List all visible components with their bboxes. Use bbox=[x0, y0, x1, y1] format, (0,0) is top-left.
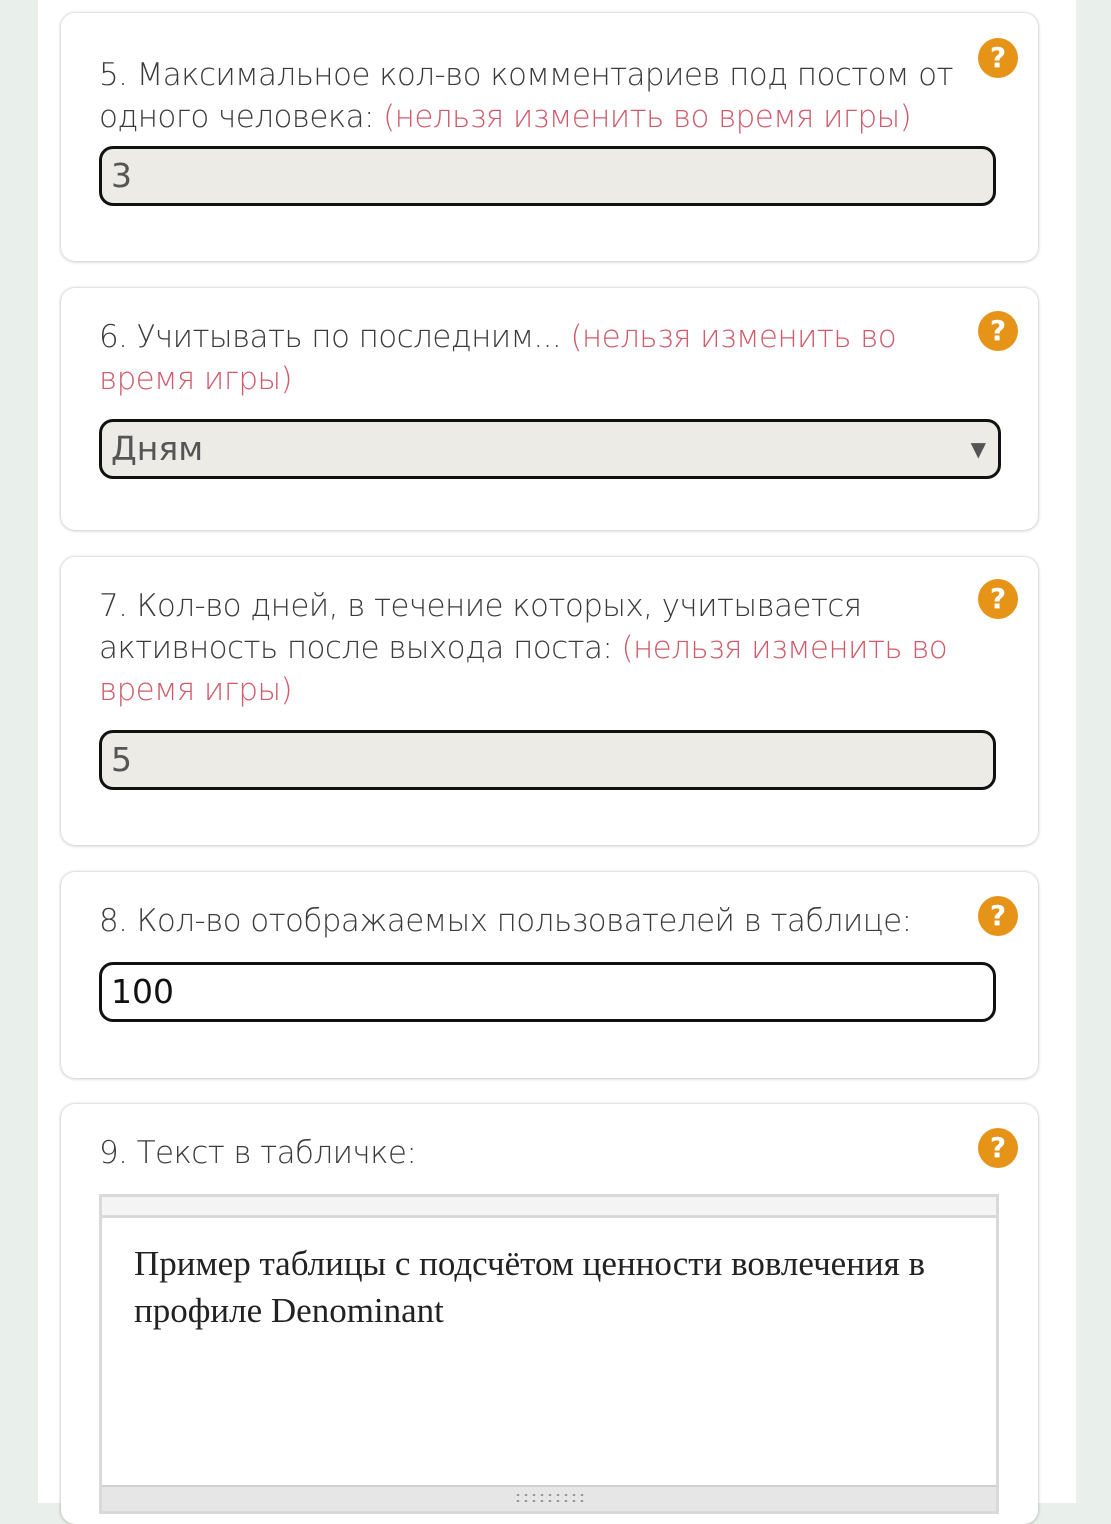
users-shown-input[interactable]: 100 bbox=[99, 962, 996, 1022]
setting-label: 7. Кол-во дней, в течение которых, учиты… bbox=[99, 588, 948, 708]
table-text-editor[interactable]: Пример таблицы с подсчётом ценности вовл… bbox=[99, 1194, 999, 1514]
setting-card-users-shown: 8. Кол-во отображаемых пользователей в т… bbox=[61, 872, 1038, 1078]
help-icon[interactable]: ? bbox=[978, 1128, 1018, 1168]
setting-card-max-comments: 5. Максимальное кол-во комментариев под … bbox=[61, 13, 1038, 261]
setting-card-activity-days: 7. Кол-во дней, в течение которых, учиты… bbox=[61, 557, 1038, 845]
editor-content[interactable]: Пример таблицы с подсчётом ценности вовл… bbox=[102, 1218, 996, 1356]
setting-label: 8. Кол-во отображаемых пользователей в т… bbox=[99, 903, 912, 939]
max-comments-input[interactable]: 3 bbox=[99, 146, 996, 206]
editor-resize-handle[interactable] bbox=[102, 1485, 996, 1511]
chevron-down-icon: ▼ bbox=[970, 437, 986, 461]
help-icon[interactable]: ? bbox=[978, 311, 1018, 351]
setting-label: 9. Текст в табличке: bbox=[99, 1135, 417, 1171]
setting-card-table-text: 9. Текст в табличке: ? Пример таблицы с … bbox=[61, 1104, 1038, 1524]
help-icon[interactable]: ? bbox=[978, 579, 1018, 619]
editor-toolbar bbox=[102, 1197, 996, 1218]
locked-warning: (нельзя изменить во время игры) bbox=[383, 99, 912, 135]
select-value: Дням bbox=[111, 429, 204, 468]
activity-days-input[interactable]: 5 bbox=[99, 730, 996, 790]
help-icon[interactable]: ? bbox=[978, 38, 1018, 78]
help-icon[interactable]: ? bbox=[978, 896, 1018, 936]
setting-label: 6. Учитывать по последним... (нельзя изм… bbox=[99, 319, 897, 397]
setting-label: 5. Максимальное кол-во комментариев под … bbox=[99, 57, 953, 135]
setting-card-count-by: 6. Учитывать по последним... (нельзя изм… bbox=[61, 288, 1038, 530]
grip-icon bbox=[514, 1492, 584, 1504]
count-by-select[interactable]: Дням ▼ bbox=[99, 419, 1001, 479]
